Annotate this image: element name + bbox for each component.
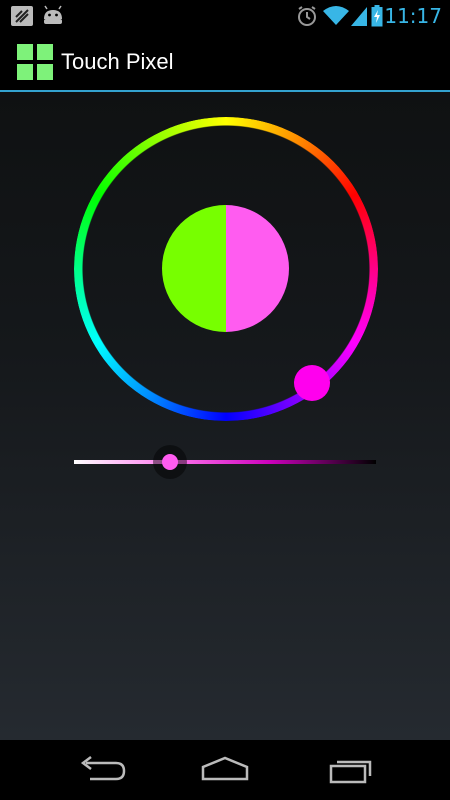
status-bar: 11:17	[0, 0, 450, 33]
grid-app-icon[interactable]	[17, 44, 53, 80]
color-wheel[interactable]	[74, 117, 378, 421]
back-icon[interactable]	[70, 754, 130, 786]
recent-apps-icon[interactable]	[320, 754, 380, 786]
hue-handle[interactable]	[294, 365, 330, 401]
action-bar: Touch Pixel	[0, 33, 450, 92]
slider-track[interactable]	[74, 460, 376, 464]
signal-icon	[351, 7, 367, 26]
android-debug-icon	[44, 5, 62, 24]
saturation-value-slider[interactable]	[74, 445, 376, 479]
color-preview[interactable]	[162, 205, 289, 332]
color-picker-panel	[0, 92, 450, 740]
wifi-icon	[323, 6, 349, 25]
navigation-bar	[0, 740, 450, 800]
new-color-swatch[interactable]	[225, 205, 289, 332]
slider-thumb[interactable]	[162, 454, 178, 470]
notification-icon	[11, 6, 33, 26]
status-time: 11:17	[384, 4, 442, 28]
alarm-icon	[298, 6, 316, 26]
old-color-swatch[interactable]	[162, 205, 226, 332]
battery-charging-icon	[371, 5, 383, 27]
app-title: Touch Pixel	[61, 49, 174, 74]
home-icon[interactable]	[195, 754, 255, 786]
